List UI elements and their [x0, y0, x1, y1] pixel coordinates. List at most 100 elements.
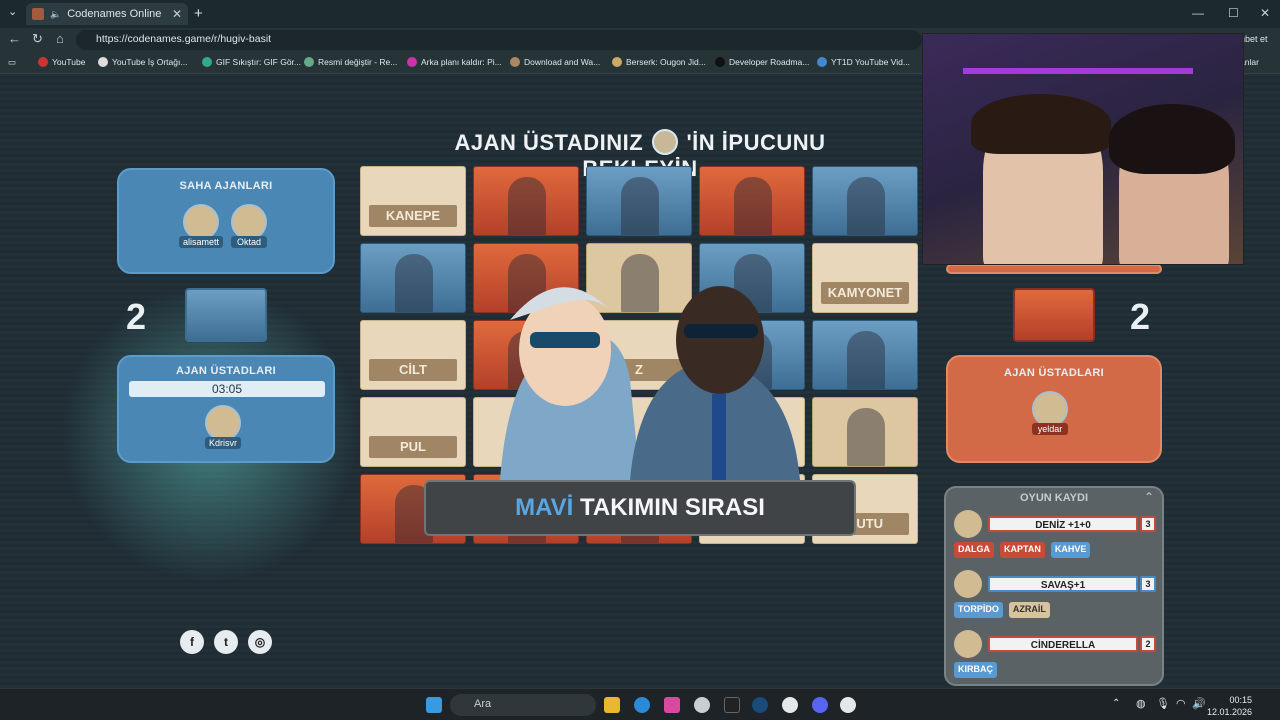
steam-icon[interactable] — [752, 697, 768, 713]
board-card[interactable]: PUL — [360, 397, 466, 467]
clock-time: 00:15 — [1229, 695, 1252, 705]
bookmark-item[interactable]: YT1D YouTube Vid... — [817, 57, 910, 67]
bookmark-item[interactable]: YouTube — [38, 57, 85, 67]
blue-spymasters-panel: AJAN ÜSTADLARI 03:05 Kdrisvr — [117, 355, 335, 463]
obs-icon[interactable] — [840, 697, 856, 713]
board-card[interactable] — [812, 320, 918, 390]
back-icon[interactable]: ← — [8, 31, 21, 46]
bookmark-item[interactable]: Berserk: Ougon Jid... — [612, 57, 706, 67]
red-spymasters-panel: AJAN ÜSTADLARI yeldar — [946, 355, 1162, 463]
guess-tag: KAHVE — [1050, 542, 1091, 558]
home-icon[interactable]: ⌂ — [56, 31, 64, 46]
card-word: KAMYONET — [821, 282, 909, 304]
log-guesses: DALGA KAPTAN KAHVE — [954, 542, 1091, 558]
tab-speaker-icon[interactable]: 🔈 — [50, 9, 61, 20]
card-word: CİLT — [369, 359, 457, 381]
log-clue: DENİZ +1+0 — [988, 516, 1138, 532]
person-right-hair — [1109, 104, 1235, 174]
game-log-panel[interactable]: OYUN KAYDI ⌃ DENİZ +1+0 3 DALGA KAPTAN K… — [944, 486, 1164, 686]
agent-portrait — [508, 177, 546, 235]
card-word: KANEPE — [369, 205, 457, 227]
taskbar-search[interactable]: Ara — [450, 694, 596, 716]
clock-date: 12.01.2026 — [1206, 707, 1252, 717]
panel-title: AJAN ÜSTADLARI — [1004, 367, 1104, 379]
wifi-icon[interactable]: ◠ — [1176, 697, 1186, 710]
spymaster-avatar — [651, 129, 678, 156]
player[interactable]: Oktad — [231, 204, 267, 248]
tray-chevron-icon[interactable]: ⌃ — [1112, 698, 1120, 709]
log-avatar — [954, 570, 982, 598]
reload-icon[interactable]: ↻ — [32, 31, 43, 47]
blue-remaining-card — [185, 288, 267, 342]
player-avatar — [205, 405, 241, 441]
discord-icon[interactable] — [812, 697, 828, 713]
edge-icon[interactable] — [634, 697, 650, 713]
red-score: 2 — [1130, 296, 1151, 337]
player-avatar — [231, 204, 267, 240]
twitter-icon[interactable]: t — [214, 630, 238, 654]
epic-games-icon[interactable] — [724, 697, 740, 713]
board-card[interactable] — [699, 166, 805, 236]
red-remaining-card — [1013, 288, 1095, 342]
player-avatar — [183, 204, 219, 240]
player-avatar — [1032, 391, 1068, 427]
maximize-icon[interactable]: ☐ — [1228, 6, 1239, 20]
board-card[interactable] — [360, 243, 466, 313]
blue-score: 2 — [126, 296, 147, 337]
bookmark-item[interactable]: GIF Sıkıştır: GIF Gör... — [202, 57, 301, 67]
agent-portrait — [734, 177, 772, 235]
taskbar: Ara ⌃ ◍ 🎙 ◠ 🔊 00:15 12.01.2026 — [0, 688, 1280, 720]
bookmark-item[interactable]: Resmi değiştir - Re... — [304, 57, 397, 67]
collapse-chevron-icon[interactable]: ⌃ — [1144, 490, 1154, 504]
microphone-icon[interactable]: 🎙 — [1156, 697, 1170, 710]
board-card[interactable]: KANEPE — [360, 166, 466, 236]
board-card[interactable]: CİLT — [360, 320, 466, 390]
app-icon[interactable] — [782, 697, 798, 713]
player[interactable]: alisamett — [179, 204, 224, 248]
turn-text: TAKIMIN SIRASI — [580, 494, 765, 521]
browser-tab-strip: ⌄ 🔈 Codenames Online ✕ + — ☐ ✕ — [0, 0, 1280, 28]
browser-tab[interactable]: 🔈 Codenames Online ✕ — [26, 3, 188, 25]
facebook-icon[interactable]: f — [180, 630, 204, 654]
taskbar-clock[interactable]: 00:15 12.01.2026 — [1207, 694, 1252, 718]
card-word: PUL — [369, 436, 457, 458]
board-card[interactable] — [812, 397, 918, 467]
bookmarks-menu-icon[interactable]: ▭ — [8, 57, 16, 68]
player[interactable]: yeldar — [1032, 391, 1068, 435]
bookmark-item[interactable]: Developer Roadma... — [715, 57, 809, 67]
board-card[interactable] — [473, 166, 579, 236]
agent-portrait — [847, 408, 885, 466]
volume-icon[interactable]: 🔊 — [1192, 697, 1206, 710]
player-name: Oktad — [231, 236, 267, 248]
minimize-icon[interactable]: — — [1192, 6, 1204, 20]
bookmark-item[interactable]: Arka planı kaldır: Pi... — [407, 57, 502, 67]
agent-portrait — [621, 177, 659, 235]
log-avatar — [954, 630, 982, 658]
bookmark-item[interactable]: YouTube İş Ortağı... — [98, 57, 187, 67]
guess-tag: KAPTAN — [1000, 542, 1045, 558]
app-icon[interactable] — [694, 697, 710, 713]
guess-tag: KIRBAÇ — [954, 662, 997, 678]
start-icon[interactable] — [426, 697, 442, 713]
log-clue: CİNDERELLA — [988, 636, 1138, 652]
file-explorer-icon[interactable] — [604, 697, 620, 713]
new-tab-icon[interactable]: + — [194, 5, 203, 22]
close-window-icon[interactable]: ✕ — [1260, 6, 1270, 20]
person-left-hair — [971, 94, 1111, 154]
close-tab-icon[interactable]: ✕ — [172, 7, 182, 21]
instagram-icon[interactable]: ◎ — [248, 630, 272, 654]
board-card[interactable] — [812, 166, 918, 236]
player[interactable]: Kdrisvr — [205, 405, 242, 449]
panel-title: AJAN ÜSTADLARI — [176, 365, 276, 377]
tab-list-chevron-icon[interactable]: ⌄ — [8, 5, 17, 18]
turn-timer: 03:05 — [129, 381, 325, 397]
board-card[interactable]: KAMYONET — [812, 243, 918, 313]
tray-app-icon[interactable]: ◍ — [1136, 697, 1146, 710]
game-log-title: OYUN KAYDI — [1019, 492, 1089, 504]
bookmark-item[interactable]: Download and Wa... — [510, 57, 600, 67]
url-input[interactable]: https://codenames.game/r/hugiv-basit — [76, 30, 922, 50]
board-card[interactable] — [586, 166, 692, 236]
agent-face-right — [676, 286, 764, 394]
agent-portrait — [847, 331, 885, 389]
app-icon[interactable] — [664, 697, 680, 713]
